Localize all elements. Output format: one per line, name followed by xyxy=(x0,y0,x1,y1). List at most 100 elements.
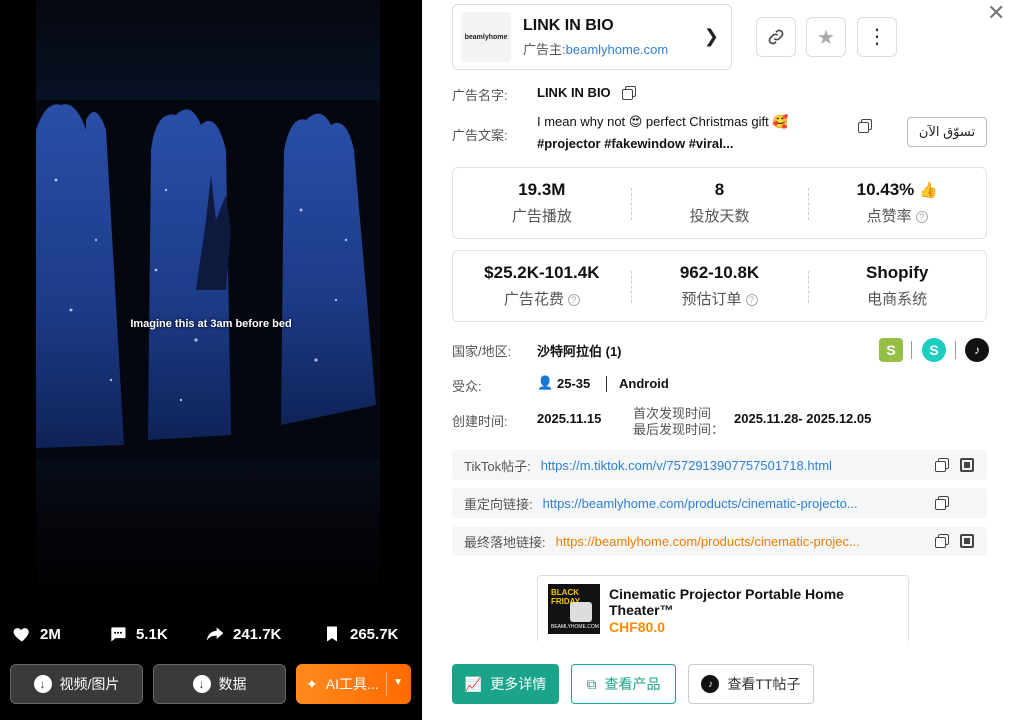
region-label: 国家/地区: xyxy=(452,344,512,359)
audience-age: 25-35 xyxy=(557,376,591,391)
ai-tools-button[interactable]: ✦ AI工具... ▼ xyxy=(296,664,411,704)
redirect-link[interactable]: https://beamlyhome.com/products/cinemati… xyxy=(543,496,903,511)
user-icon: 👤 xyxy=(537,375,554,390)
metric-label: 电商系统 xyxy=(867,291,928,308)
metric-orders: 962-10.8K 预估订单? xyxy=(630,251,809,321)
ai-tools-label: AI工具... xyxy=(325,676,379,692)
link-icon xyxy=(768,29,784,45)
tiktok-link[interactable]: https://m.tiktok.com/v/75729139077575017… xyxy=(541,458,871,473)
chevron-right-icon: ❯ xyxy=(703,26,719,46)
video-player[interactable]: Imagine this at 3am before bed xyxy=(0,0,422,600)
ad-name-label: 广告名字: xyxy=(452,88,508,103)
metric-label: 预估订单 xyxy=(681,291,742,308)
likes-stat: 2M xyxy=(12,624,61,644)
metric-value: 19.3M xyxy=(518,180,566,199)
advertiser-line: 广告主:beamlyhome.com xyxy=(523,39,668,58)
metric-days: 8 投放天数 xyxy=(630,168,809,238)
video-scene xyxy=(36,100,380,460)
projector-graphic xyxy=(570,602,592,622)
video-stats: 2M 5.1K 241.7K 265.7K xyxy=(0,624,422,650)
landing-link-row: 最终落地链接: https://beamlyhome.com/products/… xyxy=(452,526,987,556)
tiktok-link-label: TikTok帖子: xyxy=(464,458,531,474)
copy-icon[interactable] xyxy=(935,534,949,548)
product-image-domain: BEAMLYHOME.COM xyxy=(551,624,599,630)
video-subtitle: Imagine this at 3am before bed xyxy=(130,318,292,330)
more-vertical-icon: ⋮ xyxy=(867,26,887,48)
product-card[interactable]: BLACK FRIDAY BEAMLYHOME.COM Cinematic Pr… xyxy=(537,575,909,641)
chart-icon: 📈 xyxy=(464,675,483,692)
more-options-button[interactable]: ⋮ xyxy=(857,17,897,57)
metric-value: 8 xyxy=(714,180,725,199)
audience-label: 受众: xyxy=(452,379,482,394)
copy-icon[interactable] xyxy=(935,458,949,472)
download-icon: ↓ xyxy=(33,675,52,693)
shares-count: 241.7K xyxy=(233,625,282,643)
view-product-label: 查看产品 xyxy=(604,676,661,692)
download-data-label: 数据 xyxy=(218,676,247,692)
copy-icon[interactable] xyxy=(622,86,636,100)
divider xyxy=(911,341,912,359)
comments-count: 5.1K xyxy=(136,625,168,643)
saves-stat: 265.7K xyxy=(322,624,398,644)
qr-code-icon[interactable] xyxy=(960,458,974,472)
view-product-button[interactable]: ⧉ 查看产品 xyxy=(571,664,676,704)
metric-ecommerce: Shopify 电商系统 xyxy=(808,251,986,321)
copy-icon[interactable] xyxy=(858,119,872,133)
audience-os: Android xyxy=(619,376,669,391)
more-details-label: 更多详情 xyxy=(490,676,547,692)
shop-now-button[interactable]: تسوّق الآن xyxy=(907,117,987,147)
ad-copy-label: 广告文案: xyxy=(452,128,508,143)
caret-down-icon[interactable]: ▼ xyxy=(393,677,403,688)
advertiser-card[interactable]: beamlyhome LINK IN BIO 广告主:beamlyhome.co… xyxy=(452,4,732,70)
view-tt-post-button[interactable]: ♪ 查看TT帖子 xyxy=(688,664,814,704)
redirect-link-row: 重定向链接: https://beamlyhome.com/products/c… xyxy=(452,488,987,518)
ad-name-value: LINK IN BIO xyxy=(537,85,611,100)
metrics-box-2: $25.2K-101.4K 广告花费? 962-10.8K 预估订单? Shop… xyxy=(452,250,987,322)
created-value: 2025.11.15 xyxy=(537,411,602,426)
metric-label: 广告花费 xyxy=(503,291,564,308)
comment-icon xyxy=(111,627,126,642)
created-label: 创建时间: xyxy=(452,414,508,429)
metric-impressions: 19.3M 广告播放 xyxy=(453,168,631,238)
landing-link[interactable]: https://beamlyhome.com/products/cinemati… xyxy=(556,534,906,549)
help-icon[interactable]: ? xyxy=(567,294,580,307)
external-link-icon: ⧉ xyxy=(586,675,597,692)
tiktok-link-row: TikTok帖子: https://m.tiktok.com/v/7572913… xyxy=(452,450,987,480)
close-icon[interactable]: ✕ xyxy=(987,0,1005,26)
metric-value: 10.43% xyxy=(856,180,915,199)
thumbs-up-icon: 👍 xyxy=(919,182,938,199)
download-media-button[interactable]: ↓ 视频/图片 xyxy=(10,664,143,704)
metric-label: 投放天数 xyxy=(689,208,750,225)
qr-code-icon[interactable] xyxy=(960,534,974,548)
landing-link-label: 最终落地链接: xyxy=(464,534,546,550)
ai-tools-divider xyxy=(386,672,387,696)
advertiser-logo: beamlyhome xyxy=(461,12,511,62)
s-platform-icon: S xyxy=(922,338,946,362)
seen-range: 2025.11.28- 2025.12.05 xyxy=(734,411,872,426)
metric-value: Shopify xyxy=(866,263,929,282)
download-icon: ↓ xyxy=(192,675,211,693)
sparkle-icon: ✦ xyxy=(306,675,318,692)
comments-stat: 5.1K xyxy=(108,624,168,644)
divider xyxy=(955,341,956,359)
help-icon[interactable]: ? xyxy=(745,294,758,307)
product-price: CHF80.0 xyxy=(609,619,666,635)
metric-label: 广告播放 xyxy=(511,208,572,225)
help-icon[interactable]: ? xyxy=(915,211,928,224)
copy-icon[interactable] xyxy=(935,496,949,510)
likes-count: 2M xyxy=(40,625,61,643)
download-media-label: 视频/图片 xyxy=(59,676,120,692)
advertiser-domain-link[interactable]: beamlyhome.com xyxy=(566,42,669,57)
download-data-button[interactable]: ↓ 数据 xyxy=(153,664,286,704)
video-actions: ↓ 视频/图片 ↓ 数据 ✦ AI工具... ▼ xyxy=(10,664,411,704)
favorite-button[interactable]: ★ xyxy=(806,17,846,57)
ad-copy-line2: #projector #fakewindow #viral... xyxy=(537,136,734,151)
copy-link-button[interactable] xyxy=(756,17,796,57)
metrics-box-1: 19.3M 广告播放 8 投放天数 10.43% 👍 点赞率? xyxy=(452,167,987,239)
bookmark-icon xyxy=(327,626,337,642)
ad-detail-modal: Imagine this at 3am before bed 2M 5.1K 2… xyxy=(0,0,1011,720)
metric-value: $25.2K-101.4K xyxy=(484,263,600,282)
more-details-button[interactable]: 📈 更多详情 xyxy=(452,664,559,704)
last-seen-label: 最后发现时间： xyxy=(633,422,725,437)
metric-value: 962-10.8K xyxy=(679,263,760,282)
